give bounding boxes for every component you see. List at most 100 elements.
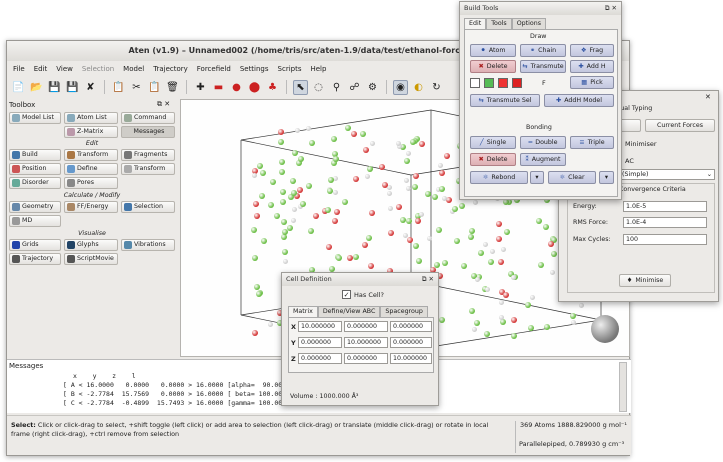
vibrations-button[interactable]: Vibrations — [121, 239, 175, 251]
draw-atom-button[interactable]: ⚫ Atom — [470, 44, 516, 57]
grids-button[interactable]: Grids — [9, 239, 61, 251]
paste-icon[interactable]: 📋 — [147, 80, 162, 95]
has-cell-checkbox[interactable]: ✓ Has Cell? — [342, 290, 384, 299]
close-icon[interactable]: ⧉ ✕ — [605, 2, 621, 15]
menu-edit[interactable]: Edit — [34, 63, 48, 75]
delete-icon[interactable]: 🗑 — [165, 80, 180, 95]
bond-triple-button[interactable]: ≡ Triple — [570, 136, 614, 149]
matrix-xx[interactable]: 10.000000 — [298, 321, 342, 332]
menu-selection[interactable]: Selection — [82, 63, 114, 75]
geometry-button[interactable]: Geometry — [9, 201, 61, 213]
tube-style-icon[interactable]: ▬ — [211, 80, 226, 95]
atom-list-button[interactable]: Atom List — [64, 112, 118, 124]
matrix-zy[interactable]: 0.000000 — [344, 353, 388, 364]
stick-style-icon[interactable]: ✚ — [193, 80, 208, 95]
view-mode-icon[interactable]: ◉ — [393, 79, 408, 95]
select-radial-icon[interactable]: ⚙ — [365, 80, 380, 95]
glyphs-button[interactable]: Glyphs — [64, 239, 118, 251]
matrix-xy[interactable]: 0.000000 — [344, 321, 388, 332]
add-h-button[interactable]: ✚ Add H — [570, 60, 614, 73]
menu-view[interactable]: View — [56, 63, 73, 75]
ff-energy-button[interactable]: FF/Energy — [64, 201, 118, 213]
matrix-zx[interactable]: 0.000000 — [298, 353, 342, 364]
pick-button[interactable]: ▦ Pick — [570, 76, 614, 89]
selection-button[interactable]: Selection — [121, 201, 175, 213]
fragments-button[interactable]: Fragments — [121, 149, 175, 161]
element-swatch-1[interactable] — [470, 78, 480, 88]
rotate-icon[interactable]: ↻ — [429, 80, 444, 95]
transmute-button[interactable]: ⇆ Transmute — [520, 60, 566, 73]
select-lasso-icon[interactable]: ◌ — [311, 80, 326, 95]
draw-chain-button[interactable]: ⚭ Chain — [520, 44, 566, 57]
transform-2-button[interactable]: Transform — [121, 163, 175, 175]
own-style-icon[interactable]: ♣ — [265, 80, 280, 95]
element-swatch-4[interactable] — [512, 78, 522, 88]
clear-menu-button[interactable]: ▾ — [599, 171, 614, 184]
matrix-zz[interactable]: 10.000000 — [390, 353, 432, 364]
tab-edit[interactable]: Edit — [464, 18, 487, 29]
close-model-icon[interactable]: ✘ — [83, 80, 98, 95]
transmute-sel-button[interactable]: ⇆ Transmute Sel — [470, 94, 540, 107]
new-file-icon[interactable]: 📄 — [11, 80, 26, 95]
build-button[interactable]: Build — [9, 149, 61, 161]
position-button[interactable]: Position — [9, 163, 61, 175]
trajectory-button[interactable]: Trajectory — [9, 253, 61, 265]
select-element-icon[interactable]: ☍ — [347, 80, 362, 95]
transform-button[interactable]: Transform — [64, 149, 118, 161]
close-icon[interactable]: ⧉ ✕ — [422, 273, 438, 286]
augment-button[interactable]: ⁑ Augment — [520, 153, 566, 166]
command-button[interactable]: Command — [121, 112, 175, 124]
clear-bonds-button[interactable]: ⚛ Clear — [548, 171, 596, 184]
model-list-button[interactable]: Model List — [9, 112, 61, 124]
menu-forcefield[interactable]: Forcefield — [197, 63, 231, 75]
draw-frag-button[interactable]: ❖ Frag — [570, 44, 614, 57]
select-arrow-icon[interactable]: ⬉ — [293, 79, 308, 95]
menu-model[interactable]: Model — [123, 63, 144, 75]
rms-field[interactable]: 1.0E-4 — [623, 217, 707, 228]
zmatrix-button[interactable]: Z-Matrix — [64, 126, 118, 138]
messages-scrollbar[interactable] — [619, 362, 627, 412]
disorder-button[interactable]: Disorder — [9, 177, 61, 189]
menu-settings[interactable]: Settings — [240, 63, 269, 75]
save-icon[interactable]: 💾 — [47, 80, 62, 95]
zoom-icon[interactable]: ◐ — [411, 80, 426, 95]
method-select[interactable]: (Simple) ⌄ — [619, 169, 715, 180]
current-forces-button[interactable]: Current Forces — [645, 119, 715, 132]
menu-help[interactable]: Help — [310, 63, 326, 75]
rebond-menu-button[interactable]: ▾ — [530, 171, 544, 184]
bond-delete-button[interactable]: ✖ Delete — [470, 153, 516, 166]
energy-field[interactable]: 1.0E-5 — [623, 201, 707, 212]
select-molecule-icon[interactable]: ⚲ — [329, 80, 344, 95]
messages-button[interactable]: Messages — [121, 126, 175, 138]
rebond-button[interactable]: ⚛ Rebond — [470, 171, 528, 184]
open-folder-icon[interactable]: 📂 — [29, 80, 44, 95]
element-swatch-2[interactable] — [484, 78, 494, 88]
bond-single-button[interactable]: ╱ Single — [470, 136, 516, 149]
tab-tools[interactable]: Tools — [486, 18, 512, 29]
menu-file[interactable]: File — [13, 63, 25, 75]
tab-matrix[interactable]: Matrix — [288, 306, 318, 317]
sphere-style-icon[interactable]: ● — [229, 80, 244, 95]
toolbox-float-icon[interactable]: ⧉ ✕ — [157, 100, 170, 109]
define-button[interactable]: Define — [64, 163, 118, 175]
scaled-style-icon[interactable]: ⬤ — [247, 80, 262, 95]
minimise-button[interactable]: ♦ Minimise — [619, 274, 671, 287]
matrix-yz[interactable]: 0.000000 — [390, 337, 432, 348]
minimiser-float-icon[interactable]: ✕ — [705, 93, 711, 101]
menu-trajectory[interactable]: Trajectory — [153, 63, 188, 75]
tab-spacegroup[interactable]: Spacegroup — [380, 306, 428, 317]
matrix-yy[interactable]: 10.000000 — [344, 337, 388, 348]
draw-delete-button[interactable]: ✖ Delete — [470, 60, 516, 73]
addh-model-button[interactable]: ✚ AddH Model — [544, 94, 614, 107]
pores-button[interactable]: Pores — [64, 177, 118, 189]
menu-scripts[interactable]: Scripts — [278, 63, 302, 75]
bond-double-button[interactable]: ═ Double — [520, 136, 566, 149]
tab-options[interactable]: Options — [511, 18, 547, 29]
cycles-field[interactable]: 100 — [623, 234, 707, 245]
scriptmovie-button[interactable]: ScriptMovie — [64, 253, 118, 265]
cut-icon[interactable]: ✂ — [129, 80, 144, 95]
md-button[interactable]: MD — [9, 215, 61, 227]
tab-define-view-abc[interactable]: Define/View ABC — [317, 306, 381, 317]
element-swatch-3[interactable] — [498, 78, 508, 88]
save-as-icon[interactable]: 💾 — [65, 80, 80, 95]
